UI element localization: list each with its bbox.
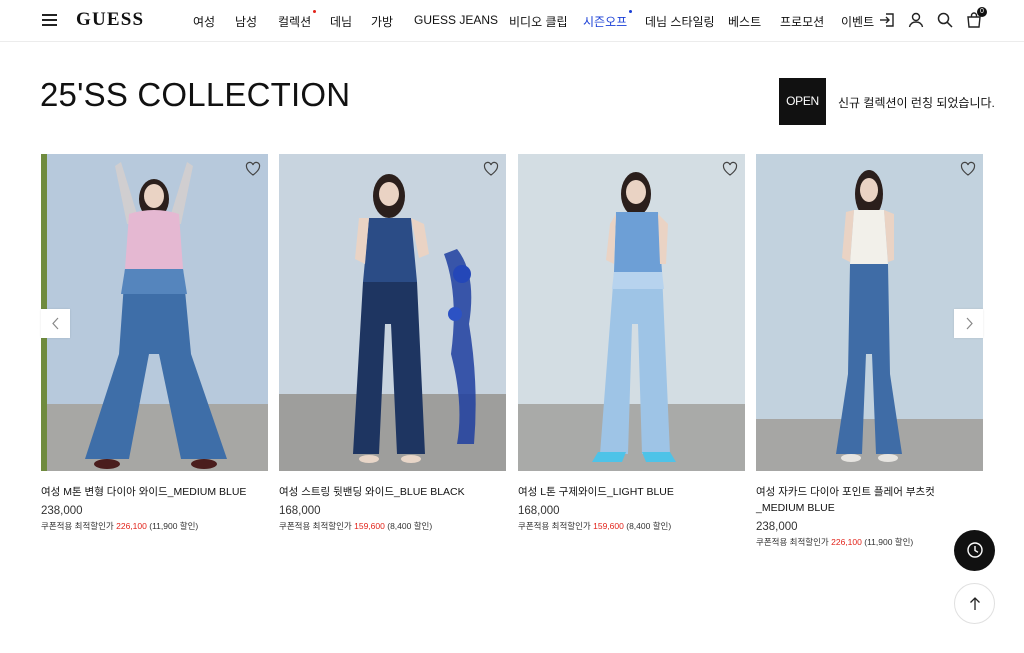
product-card[interactable]: 여성 L톤 구제와이드_LIGHT BLUE 168,000 쿠폰적용 최적할인…	[518, 154, 745, 532]
nav-item-season-off[interactable]: 시즌오프	[583, 10, 633, 30]
product-card[interactable]: 여성 자카드 다이아 포인트 플레어 부츠컷_MEDIUM BLUE 238,0…	[756, 154, 983, 548]
arrow-up-icon	[969, 597, 980, 610]
nav-item-guess-jeans[interactable]: GUESS JEANS	[414, 13, 498, 27]
nav-item-denim-styling[interactable]: 데님 스타일링	[645, 13, 715, 30]
nav-item-denim[interactable]: 데님	[330, 13, 352, 30]
section-title: 25'SS COLLECTION	[40, 76, 351, 113]
product-price: 238,000	[41, 505, 83, 517]
recently-viewed-button[interactable]	[954, 530, 995, 571]
coupon-label: 쿠폰적용 최적할인가	[518, 521, 591, 531]
coupon-price: 159,600	[593, 521, 624, 531]
new-dot	[629, 10, 633, 13]
heart-icon[interactable]	[960, 161, 976, 177]
open-announcement: 신규 컬렉션이 런칭 되었습니다.	[838, 96, 995, 110]
nav-item-promotion[interactable]: 프로모션	[780, 13, 824, 30]
chevron-left-icon	[51, 317, 58, 330]
product-price: 168,000	[518, 505, 560, 517]
product-image[interactable]	[41, 154, 268, 471]
site-header: GUESS 여성 남성 컬렉션 데님 가방 GUESS JEANS 비디오 클립…	[0, 0, 1024, 42]
coupon-price-line: 쿠폰적용 최적할인가 159,600 (8,400 할인)	[279, 520, 506, 532]
scroll-top-button[interactable]	[954, 583, 995, 624]
nav-item-collection[interactable]: 컬렉션	[278, 10, 317, 30]
slider-prev-button[interactable]	[41, 309, 70, 338]
product-card[interactable]: 여성 M톤 변형 다이아 와이드_MEDIUM BLUE 238,000 쿠폰적…	[41, 154, 268, 532]
discount-amount: (11,900 할인)	[149, 521, 199, 531]
coupon-price-line: 쿠폰적용 최적할인가 226,100 (11,900 할인)	[756, 536, 983, 548]
discount-amount: (11,900 할인)	[864, 537, 914, 547]
slider-next-button[interactable]	[954, 309, 983, 338]
product-name[interactable]: 여성 M톤 변형 다이아 와이드_MEDIUM BLUE	[41, 484, 268, 500]
product-image[interactable]	[756, 154, 983, 471]
product-image[interactable]	[518, 154, 745, 471]
coupon-label: 쿠폰적용 최적할인가	[756, 537, 829, 547]
coupon-price-line: 쿠폰적용 최적할인가 226,100 (11,900 할인)	[41, 520, 268, 532]
open-badge[interactable]: OPEN	[779, 78, 826, 125]
product-name[interactable]: 여성 스트링 뒷밴딩 와이드_BLUE BLACK	[279, 484, 506, 500]
nav-item-women[interactable]: 여성	[193, 13, 215, 30]
nav-item-bags[interactable]: 가방	[371, 13, 393, 30]
nav-item-men[interactable]: 남성	[235, 13, 257, 30]
hamburger-menu-icon[interactable]	[42, 14, 57, 26]
discount-amount: (8,400 할인)	[626, 521, 672, 531]
coupon-label: 쿠폰적용 최적할인가	[279, 521, 352, 531]
product-price: 238,000	[756, 521, 798, 533]
nav-item-video-clip[interactable]: 비디오 클립	[509, 13, 568, 30]
coupon-price-line: 쿠폰적용 최적할인가 159,600 (8,400 할인)	[518, 520, 745, 532]
coupon-price: 226,100	[116, 521, 147, 531]
cart-icon[interactable]: 0	[965, 7, 987, 29]
new-dot	[313, 10, 317, 13]
coupon-label: 쿠폰적용 최적할인가	[41, 521, 114, 531]
product-price: 168,000	[279, 505, 321, 517]
login-icon[interactable]	[878, 11, 896, 29]
product-name[interactable]: 여성 L톤 구제와이드_LIGHT BLUE	[518, 484, 745, 500]
coupon-price: 226,100	[831, 537, 862, 547]
search-icon[interactable]	[936, 11, 954, 29]
user-icon[interactable]	[907, 11, 925, 29]
heart-icon[interactable]	[245, 161, 261, 177]
nav-item-event[interactable]: 이벤트	[841, 13, 874, 30]
product-card[interactable]: 여성 스트링 뒷밴딩 와이드_BLUE BLACK 168,000 쿠폰적용 최…	[279, 154, 506, 532]
product-name[interactable]: 여성 자카드 다이아 포인트 플레어 부츠컷_MEDIUM BLUE	[756, 484, 983, 516]
clock-icon	[966, 542, 983, 558]
heart-icon[interactable]	[722, 161, 738, 177]
discount-amount: (8,400 할인)	[387, 521, 433, 531]
product-image[interactable]	[279, 154, 506, 471]
heart-icon[interactable]	[483, 161, 499, 177]
chevron-right-icon	[966, 317, 973, 330]
guess-logo[interactable]: GUESS	[76, 9, 144, 31]
coupon-price: 159,600	[354, 521, 385, 531]
nav-item-best[interactable]: 베스트	[728, 13, 761, 30]
cart-count-badge: 0	[977, 7, 987, 17]
